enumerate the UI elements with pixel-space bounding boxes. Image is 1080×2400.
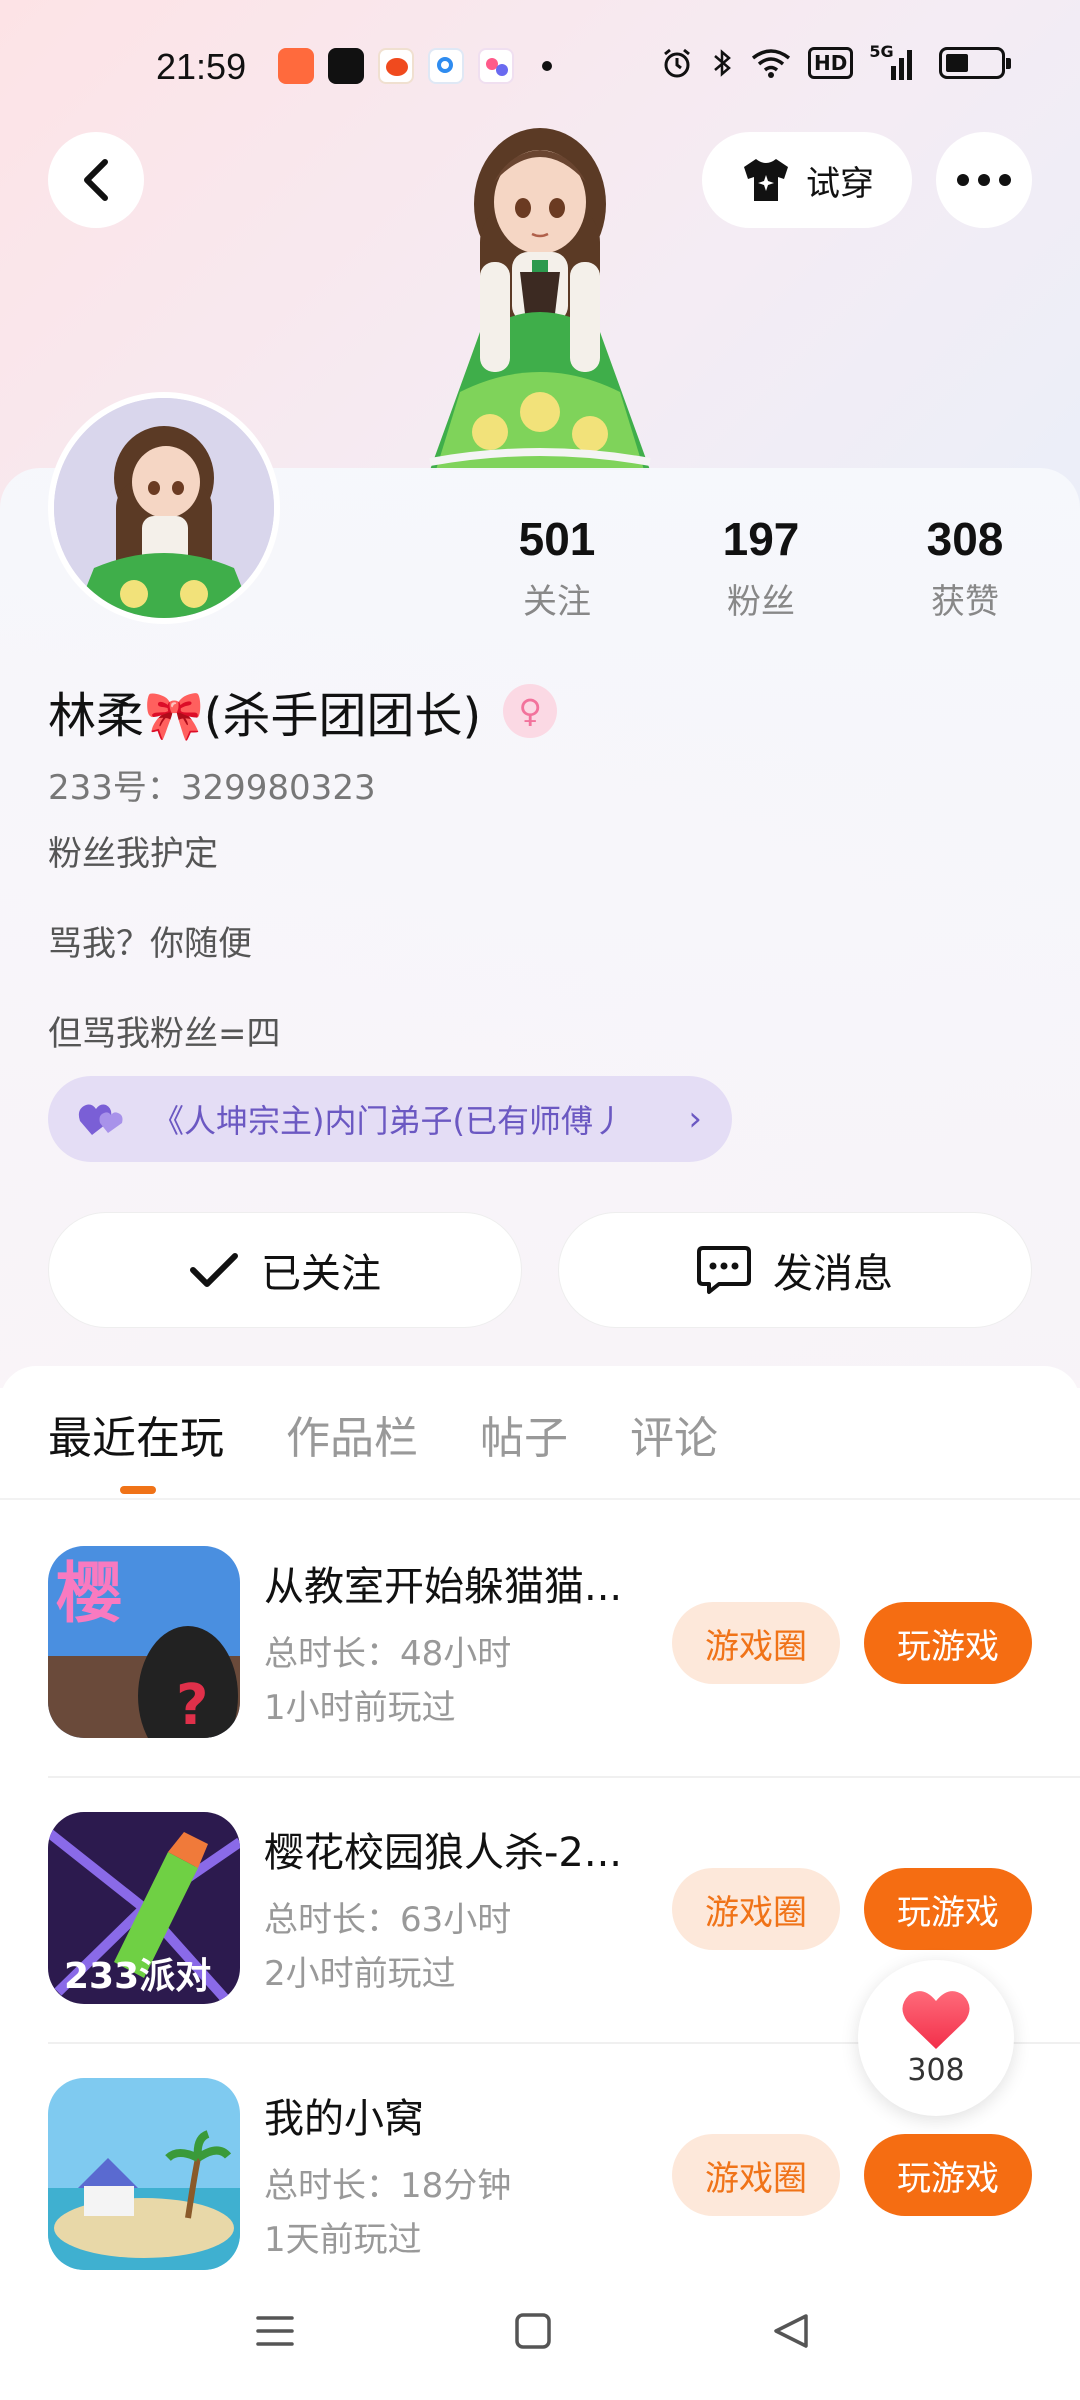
try-on-label: 试穿	[806, 163, 874, 204]
stat-likes[interactable]: 308 获赞	[885, 512, 1045, 623]
chevron-right-icon: ›	[688, 1099, 702, 1139]
chat-bubble-icon	[697, 1246, 751, 1294]
search-app-icon	[428, 48, 464, 84]
bio-line: 骂我？你随便	[48, 924, 252, 964]
send-message-button[interactable]: 发消息	[558, 1212, 1032, 1328]
stat-label: 粉丝	[727, 582, 795, 622]
female-gender-icon: ♀	[503, 684, 558, 738]
game-title: 我的小窝	[264, 2096, 424, 2142]
nickname-text: 林柔🎀(杀手团团长)	[48, 688, 482, 744]
game-title: 从教室开始躲猫猫...	[264, 1564, 623, 1610]
network-type-label: 5G	[869, 42, 894, 61]
bio-line: 粉丝我护定	[48, 834, 218, 874]
send-message-label: 发消息	[773, 1251, 893, 1297]
stat-value: 501	[518, 513, 596, 565]
sect-badge[interactable]: 《人坤宗主)内门弟子(已有师傅丿 ›	[48, 1076, 732, 1162]
checkmark-icon	[190, 1253, 238, 1287]
back-button[interactable]	[48, 132, 144, 228]
cellular-signal-icon: 5G	[869, 42, 917, 80]
play-game-button[interactable]: 玩游戏	[864, 2134, 1032, 2216]
like-button[interactable]: 308	[858, 1960, 1014, 2116]
avatar-3d-figure	[429, 128, 651, 470]
play-game-button[interactable]: 玩游戏	[864, 1868, 1032, 1950]
status-time: 21:59	[156, 46, 247, 87]
more-notifications-dot	[542, 61, 552, 71]
game-circle-button[interactable]: 游戏圈	[672, 1602, 840, 1684]
home-square-icon[interactable]	[514, 2312, 552, 2350]
like-count: 308	[907, 2052, 965, 2088]
stat-value: 308	[926, 513, 1004, 565]
game-last-played: 2小时前玩过	[264, 1954, 456, 1994]
stat-followers[interactable]: 197 粉丝	[681, 512, 841, 623]
game-duration: 总时长：18分钟	[264, 2166, 512, 2206]
row-divider	[48, 1776, 1080, 1778]
avatar[interactable]	[48, 392, 280, 624]
game-duration: 总时长：63小时	[264, 1900, 512, 1940]
party-app-icon	[478, 48, 514, 84]
game-duration: 总时长：48小时	[264, 1634, 512, 1674]
tiktok-icon	[328, 48, 364, 84]
battery-icon	[939, 47, 1012, 79]
weibo-icon	[378, 48, 414, 84]
more-options-button[interactable]	[936, 132, 1032, 228]
bluetooth-icon	[714, 49, 731, 77]
video-app-icon	[278, 48, 314, 84]
game-last-played: 1天前玩过	[264, 2220, 422, 2260]
menu-icon[interactable]	[256, 2312, 294, 2350]
stat-label: 获赞	[931, 582, 999, 622]
game-icon: ? 樱	[48, 1546, 240, 1738]
tab-posts[interactable]: 帖子	[480, 1402, 568, 1466]
chevron-left-icon	[84, 159, 108, 201]
game-last-played: 1小时前玩过	[264, 1688, 456, 1728]
hd-indicator: HD	[808, 47, 854, 79]
tab-works[interactable]: 作品栏	[286, 1402, 418, 1466]
followed-label: 已关注	[261, 1251, 381, 1297]
tab-comments[interactable]: 评论	[630, 1402, 718, 1466]
tab-recently-played[interactable]: 最近在玩	[48, 1402, 224, 1466]
followed-button[interactable]: 已关注	[48, 1212, 522, 1328]
try-on-button[interactable]: 试穿	[702, 132, 912, 228]
notification-icons	[278, 48, 552, 84]
tshirt-icon	[744, 159, 788, 201]
game-circle-button[interactable]: 游戏圈	[672, 2134, 840, 2216]
stat-following[interactable]: 501 关注	[477, 512, 637, 623]
profile-tabs: 最近在玩 作品栏 帖子 评论	[48, 1402, 718, 1466]
profile-nickname: 林柔🎀(杀手团团长) ♀	[48, 676, 558, 746]
game-icon-text: 樱	[56, 1555, 122, 1632]
play-game-button[interactable]: 玩游戏	[864, 1602, 1032, 1684]
status-bar: 21:59 HD 5G	[0, 40, 1080, 100]
svg-text:?: ?	[176, 1673, 208, 1738]
alarm-icon	[664, 48, 690, 78]
system-status-icons: HD 5G	[660, 42, 1012, 80]
bio-line: 但骂我粉丝=四	[48, 1014, 281, 1054]
tab-divider	[0, 1498, 1080, 1500]
heart-icon	[902, 1990, 970, 2049]
back-triangle-icon[interactable]	[772, 2312, 810, 2350]
game-icon	[48, 2078, 240, 2270]
sect-text: 《人坤宗主)内门弟子(已有师傅丿	[152, 1102, 625, 1140]
game-icon: 233派对	[48, 1812, 240, 2004]
user-id: 233号：329980323	[48, 768, 376, 808]
double-heart-icon	[78, 1104, 123, 1135]
game-list-item[interactable]: ? 樱 从教室开始躲猫猫... 总时长：48小时 1小时前玩过 游戏圈 玩游戏	[0, 1546, 1080, 1812]
active-tab-indicator	[120, 1486, 156, 1494]
stat-label: 关注	[523, 582, 591, 622]
system-navigation-bar	[0, 2276, 1080, 2400]
avatar-image	[54, 398, 274, 618]
stat-value: 197	[722, 513, 800, 565]
game-title: 樱花校园狼人杀-2...	[264, 1830, 623, 1876]
wifi-icon	[751, 49, 791, 78]
game-circle-button[interactable]: 游戏圈	[672, 1868, 840, 1950]
more-dots-icon	[957, 174, 1011, 186]
game-icon-text: 233派对	[64, 1956, 211, 1997]
